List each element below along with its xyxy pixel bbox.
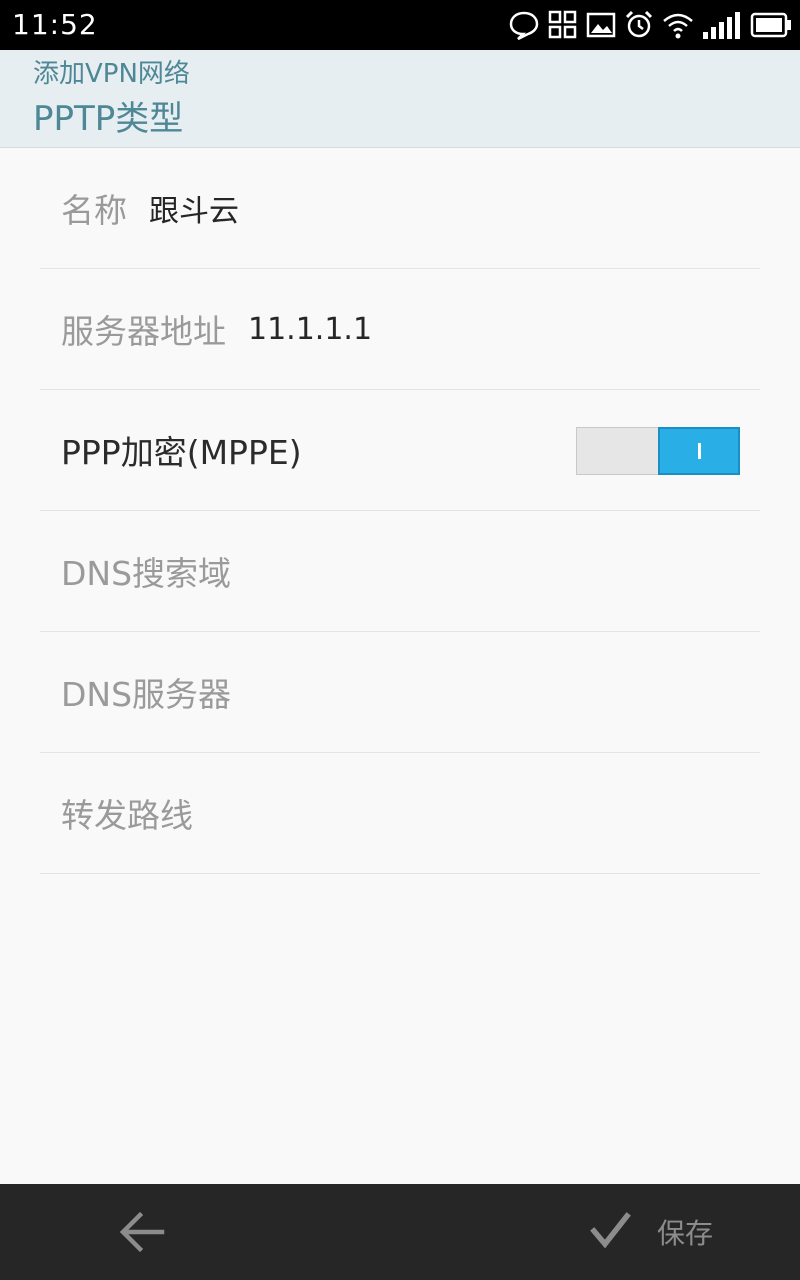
chat-bubble-icon [508,9,540,41]
save-label: 保存 [657,1217,714,1250]
vpn-form: 名称 跟斗云 服务器地址 11.1.1.1 PPP加密(MPPE) DNS搜索域… [40,148,760,874]
ppp-encryption-toggle[interactable] [576,427,740,475]
page-title: PPTP类型 [33,99,184,139]
name-field[interactable]: 名称 跟斗云 [40,148,760,269]
dns-search-domain-field[interactable]: DNS搜索域 [40,511,760,632]
apps-icon [548,10,578,40]
save-button[interactable]: 保存 [585,1202,713,1262]
battery-icon [750,11,792,39]
forward-route-label: 转发路线 [61,796,193,835]
forward-route-field[interactable]: 转发路线 [40,753,760,874]
dns-server-label: DNS服务器 [61,675,232,714]
toggle-knob [658,427,740,475]
server-address-label: 服务器地址 [61,312,226,351]
dns-search-domain-label: DNS搜索域 [61,554,232,593]
dns-server-field[interactable]: DNS服务器 [40,632,760,753]
page-header: 添加VPN网络 PPTP类型 [0,50,800,148]
page-subtitle: 添加VPN网络 [33,59,190,89]
status-icons [508,7,792,43]
name-label: 名称 [61,191,127,230]
wifi-icon [662,10,694,40]
server-address-field[interactable]: 服务器地址 11.1.1.1 [40,269,760,390]
image-icon [586,11,616,39]
checkmark-icon [585,1204,637,1260]
bottom-action-bar: 保存 [0,1184,800,1280]
ppp-encryption-label: PPP加密(MPPE) [61,433,302,472]
status-bar: 11:52 [0,0,800,50]
name-value[interactable]: 跟斗云 [149,186,239,230]
ppp-encryption-row[interactable]: PPP加密(MPPE) [40,390,760,511]
server-address-value[interactable]: 11.1.1.1 [248,312,372,347]
back-arrow-icon [110,1211,180,1262]
back-button[interactable] [110,1206,180,1258]
signal-icon [702,10,742,40]
status-time: 11:52 [12,8,98,41]
alarm-icon [624,10,654,40]
